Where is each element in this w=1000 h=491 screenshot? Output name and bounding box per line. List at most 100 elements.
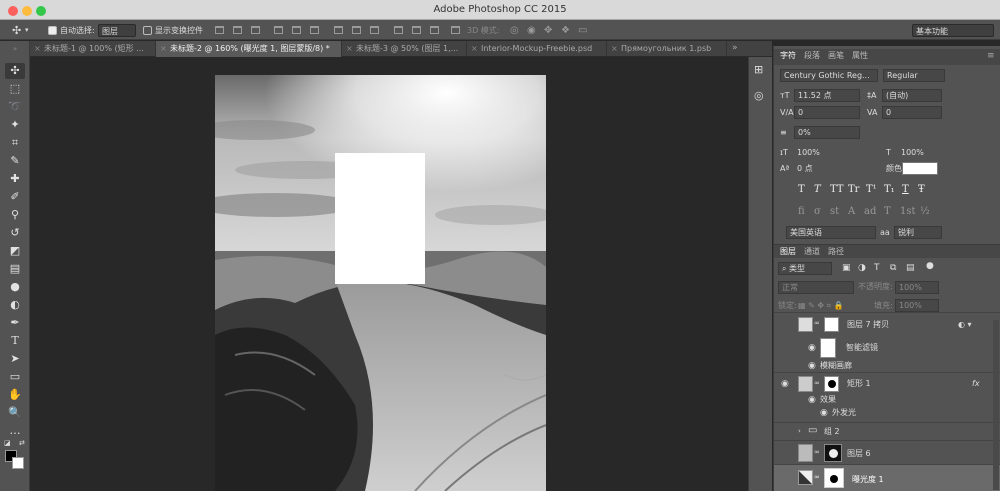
document-canvas[interactable]	[215, 75, 546, 491]
align-left-icon[interactable]	[274, 26, 283, 34]
eye-icon[interactable]: ◉	[808, 361, 816, 371]
clone-stamp-tool-icon[interactable]: ⚲	[5, 207, 25, 223]
filter-smart-object-icon[interactable]: ▤	[906, 263, 915, 273]
more-tabs-icon[interactable]: »	[732, 43, 738, 53]
language-dropdown[interactable]: 美国英语	[786, 226, 876, 239]
distribute-right-icon[interactable]	[430, 26, 439, 34]
blend-mode-dropdown[interactable]: 正常	[778, 281, 854, 294]
pen-tool-icon[interactable]: ✒	[5, 315, 25, 331]
small-caps-button[interactable]: Tr	[848, 184, 859, 195]
vertical-scale-value[interactable]: 100%	[797, 147, 820, 159]
tab-paragraph[interactable]: 段落	[804, 49, 820, 63]
more-tools-icon[interactable]: …	[5, 423, 25, 439]
default-colors-icon[interactable]: ◪	[4, 439, 11, 447]
filter-row[interactable]: ◉ 模糊画廊	[774, 360, 1000, 372]
font-family-dropdown[interactable]: Century Gothic Reg...	[780, 69, 878, 82]
eyedropper-tool-icon[interactable]: ✎	[5, 153, 25, 169]
distribute-top-icon[interactable]	[334, 26, 343, 34]
layer-row[interactable]: ◉ ∞ 矩形 1 fx	[774, 372, 1000, 394]
titling-alternates-button[interactable]: T	[884, 206, 891, 217]
leading-dropdown[interactable]: (自动)	[882, 89, 942, 102]
type-tool-icon[interactable]: T	[5, 333, 25, 349]
3d-slide-icon[interactable]: ❖	[561, 24, 570, 37]
blur-tool-icon[interactable]: ●	[5, 279, 25, 295]
document-tab[interactable]: × Прямоугольник 1.psb	[607, 41, 727, 57]
panel-menu-icon[interactable]: ≡	[987, 51, 995, 61]
align-vcenter-icon[interactable]	[233, 26, 242, 34]
filter-shape-icon[interactable]: ⧉	[890, 263, 896, 273]
properties-panel-icon[interactable]: ◎	[754, 89, 764, 102]
subscript-button[interactable]: T₁	[884, 184, 895, 195]
document-tab[interactable]: × Interior-Mockup-Freebie.psd	[467, 41, 607, 57]
kerning-dropdown[interactable]: 0	[794, 106, 860, 119]
lasso-tool-icon[interactable]: ➰	[5, 99, 25, 115]
3d-scale-icon[interactable]: ▭	[578, 24, 587, 37]
magic-wand-tool-icon[interactable]: ✦	[5, 117, 25, 133]
align-right-icon[interactable]	[310, 26, 319, 34]
layer-row-selected[interactable]: ∞ 曝光度 1	[774, 464, 1000, 491]
old-style-button[interactable]: σ	[814, 206, 821, 217]
marquee-tool-icon[interactable]: ⬚	[5, 81, 25, 97]
3d-pan-icon[interactable]: ✥	[544, 24, 552, 37]
align-hcenter-icon[interactable]	[292, 26, 301, 34]
tab-properties[interactable]: 属性	[852, 49, 868, 63]
layer-row[interactable]: ∞ 图层 6	[774, 440, 1000, 464]
close-tab-icon[interactable]: ×	[471, 41, 478, 57]
filter-toggle-icon[interactable]: ●	[926, 261, 934, 271]
text-color-swatch[interactable]	[902, 162, 938, 175]
3d-rotate-icon[interactable]: ◎	[510, 24, 519, 37]
anti-alias-dropdown[interactable]: 锐利	[894, 226, 942, 239]
tab-paths[interactable]: 路径	[828, 245, 844, 259]
distribute-bottom-icon[interactable]	[370, 26, 379, 34]
dodge-tool-icon[interactable]: ◐	[5, 297, 25, 313]
group-row[interactable]: › ▭ 组 2	[774, 422, 1000, 440]
workspace-dropdown[interactable]: 基本功能	[912, 24, 994, 37]
close-tab-icon[interactable]: ×	[160, 41, 167, 57]
stylistic-alternates-button[interactable]: ad	[864, 206, 876, 217]
close-tab-icon[interactable]: ×	[611, 41, 618, 57]
font-size-dropdown[interactable]: 11.52 点	[794, 89, 860, 102]
auto-select-dropdown[interactable]: 图层	[98, 24, 136, 37]
document-tab[interactable]: × 未标题-3 @ 50% (图层 1,...	[342, 41, 467, 57]
expand-chevron-icon[interactable]: ›	[798, 427, 801, 435]
lock-icons[interactable]: ▦ ✎ ✥ ⌗ 🔒	[798, 300, 844, 312]
swap-colors-icon[interactable]: ⇄	[19, 439, 25, 447]
move-tool-icon[interactable]: ✣	[12, 24, 21, 37]
discretionary-ligatures-button[interactable]: st	[830, 206, 839, 217]
tools-collapse-icon[interactable]: »	[0, 45, 30, 53]
effect-row[interactable]: ◉ 外发光	[774, 407, 1000, 420]
horizontal-scale-value[interactable]: 100%	[901, 147, 924, 159]
history-brush-tool-icon[interactable]: ↺	[5, 225, 25, 241]
filter-type-icon[interactable]: T	[874, 263, 880, 273]
3d-roll-icon[interactable]: ◉	[527, 24, 536, 37]
tab-brush[interactable]: 画笔	[828, 49, 844, 63]
align-bottom-icon[interactable]	[251, 26, 260, 34]
history-panel-icon[interactable]: ⊞	[754, 63, 763, 76]
all-caps-button[interactable]: TT	[830, 184, 844, 195]
hand-tool-icon[interactable]: ✋	[5, 387, 25, 403]
layer-filter-dropdown[interactable]: ⌕ 类型	[778, 262, 832, 275]
document-tab[interactable]: × 未标题-1 @ 100% (矩形 ...	[30, 41, 156, 57]
fill-field[interactable]: 100%	[895, 299, 939, 312]
strikethrough-button[interactable]: Ŧ	[918, 184, 925, 195]
brush-tool-icon[interactable]: ✐	[5, 189, 25, 205]
swash-button[interactable]: A	[848, 206, 855, 217]
close-tab-icon[interactable]: ×	[346, 41, 353, 57]
show-transform-checkbox[interactable]	[143, 26, 152, 35]
gradient-tool-icon[interactable]: ▤	[5, 261, 25, 277]
path-selection-tool-icon[interactable]: ➤	[5, 351, 25, 367]
filter-adjustment-icon[interactable]: ◑	[858, 263, 866, 273]
smart-filters-row[interactable]: ◉ 智能滤镜	[774, 336, 1000, 360]
tracking-dropdown[interactable]: 0	[882, 106, 942, 119]
eye-icon[interactable]: ◉	[808, 395, 816, 405]
layers-scrollbar[interactable]	[993, 320, 999, 490]
distribute-left-icon[interactable]	[394, 26, 403, 34]
eye-icon[interactable]: ◉	[781, 379, 789, 389]
faux-bold-button[interactable]: T	[798, 184, 805, 195]
fractions-button[interactable]: ½	[920, 206, 930, 217]
background-color-swatch[interactable]	[12, 457, 24, 469]
distribute-vcenter-icon[interactable]	[352, 26, 361, 34]
zoom-tool-icon[interactable]: 🔍	[5, 405, 25, 421]
move-tool-icon[interactable]: ✣	[5, 63, 25, 79]
fx-badge[interactable]: fx	[972, 378, 980, 390]
